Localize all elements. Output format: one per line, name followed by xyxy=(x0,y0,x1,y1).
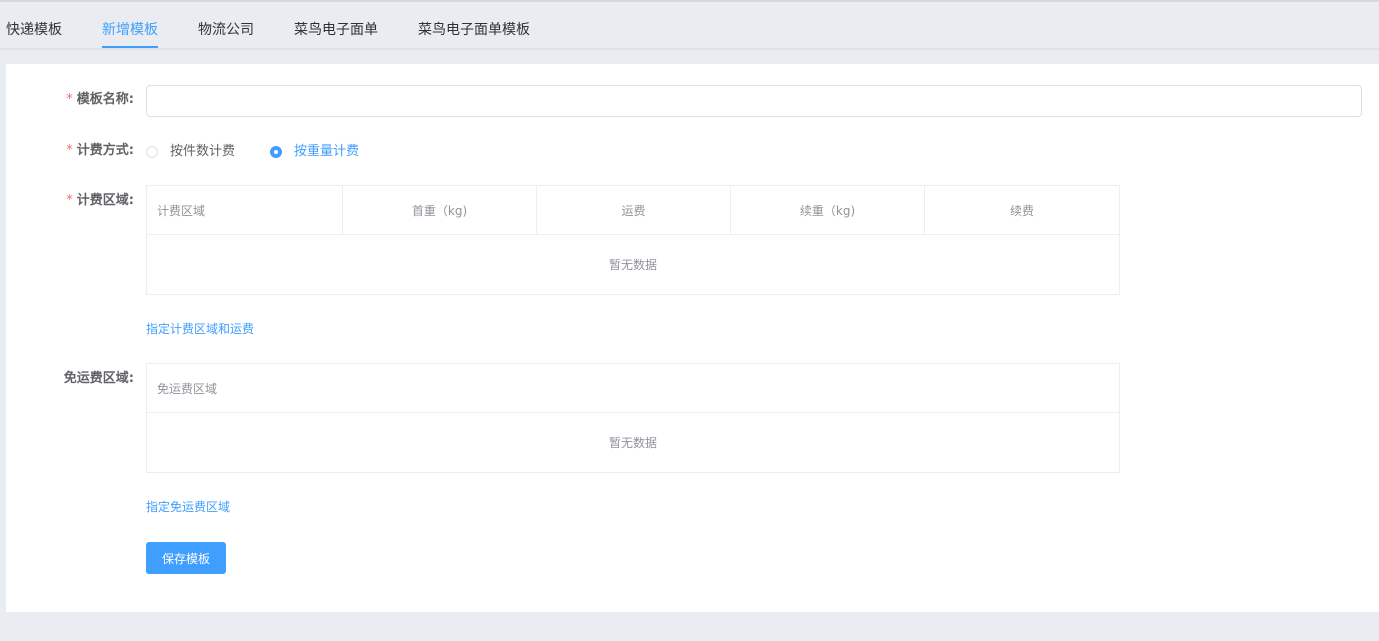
column-header-freight: 运费 xyxy=(536,185,731,235)
billing-area-label: * 计费区域: xyxy=(66,193,134,208)
table-empty-row: 暂无数据 xyxy=(146,234,1120,295)
template-name-label: * 模板名称: xyxy=(66,92,134,107)
column-header-free-area: 免运费区域 xyxy=(146,363,1120,413)
column-header-additional-weight: 续重（kg) xyxy=(730,185,925,235)
active-tab-indicator xyxy=(102,46,158,48)
radio-circle-checked xyxy=(270,146,282,158)
column-header-area: 计费区域 xyxy=(146,185,343,235)
tab-express-templates[interactable]: 快递模板 xyxy=(6,20,62,40)
radio-by-count[interactable]: 按件数计费 xyxy=(146,143,235,161)
billing-method-label: * 计费方式: xyxy=(66,143,134,158)
required-mark: * xyxy=(66,193,73,208)
radio-label: 按件数计费 xyxy=(170,144,236,159)
tab-logistics-companies[interactable]: 物流公司 xyxy=(198,20,254,40)
save-template-button[interactable]: 保存模板 xyxy=(146,542,226,574)
radio-by-weight[interactable]: 按重量计费 xyxy=(270,143,359,161)
template-name-input[interactable] xyxy=(146,85,1362,117)
tab-cainiao-waybill-template[interactable]: 菜鸟电子面单模板 xyxy=(418,20,530,40)
table-header-row: 免运费区域 xyxy=(146,363,1120,413)
tab-cainiao-waybill[interactable]: 菜鸟电子面单 xyxy=(294,20,378,40)
column-header-additional-fee: 续费 xyxy=(924,185,1120,235)
tab-add-template[interactable]: 新增模板 xyxy=(102,20,158,40)
empty-text: 暂无数据 xyxy=(146,412,1120,473)
billing-area-table: 计费区域 首重（kg) 运费 续重（kg) 续费 暂无数据 xyxy=(146,185,1120,295)
tab-bar: 快递模板 新增模板 物流公司 菜鸟电子面单 菜鸟电子面单模板 xyxy=(0,2,1379,50)
assign-free-area-link[interactable]: 指定免运费区域 xyxy=(146,499,230,515)
free-area-table: 免运费区域 暂无数据 xyxy=(146,363,1120,473)
table-empty-row: 暂无数据 xyxy=(146,412,1120,473)
column-header-first-weight: 首重（kg) xyxy=(342,185,537,235)
required-mark: * xyxy=(66,92,73,107)
free-area-label: 免运费区域: xyxy=(63,371,134,386)
required-mark: * xyxy=(66,143,73,158)
table-header-row: 计费区域 首重（kg) 运费 续重（kg) 续费 xyxy=(146,185,1120,235)
empty-text: 暂无数据 xyxy=(146,234,1120,295)
radio-circle xyxy=(146,146,158,158)
radio-label: 按重量计费 xyxy=(294,144,360,159)
assign-billing-area-link[interactable]: 指定计费区域和运费 xyxy=(146,321,254,337)
form-card: * 模板名称: * 计费方式: 按件数计费 按重量计费 * 计费区域: 计费区域 首重… xyxy=(6,64,1379,612)
